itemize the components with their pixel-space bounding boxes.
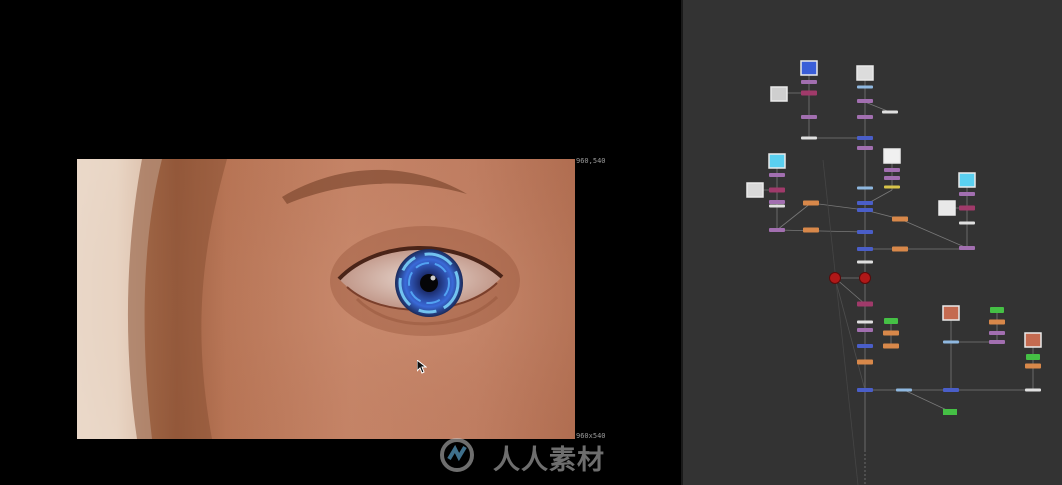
graph-node[interactable]: [884, 318, 898, 324]
graph-node[interactable]: [857, 230, 873, 234]
read-node-thumbnail[interactable]: [800, 60, 818, 76]
graph-node[interactable]: [769, 228, 785, 232]
read-node-thumbnail[interactable]: [958, 172, 976, 188]
watermark-text: 人人素材: [493, 445, 605, 476]
graph-node[interactable]: [857, 388, 873, 392]
read-node-thumbnail[interactable]: [1024, 332, 1042, 348]
graph-node[interactable]: [801, 115, 817, 119]
graph-node[interactable]: [884, 176, 900, 180]
graph-node[interactable]: [857, 344, 873, 348]
node-graph-panel[interactable]: [683, 0, 1062, 485]
graph-node[interactable]: [896, 388, 912, 392]
viewer-panel[interactable]: 960,540 960x540 人人素材: [0, 0, 683, 485]
graph-node[interactable]: [803, 227, 819, 233]
graph-node[interactable]: [883, 343, 899, 349]
graph-node[interactable]: [959, 246, 975, 250]
graph-node[interactable]: [1026, 354, 1040, 360]
dot-node[interactable]: [829, 272, 841, 284]
dot-node[interactable]: [859, 272, 871, 284]
graph-node[interactable]: [857, 247, 873, 251]
graph-node[interactable]: [857, 115, 873, 119]
graph-node[interactable]: [769, 204, 785, 208]
read-node-thumbnail[interactable]: [768, 153, 786, 169]
graph-node[interactable]: [857, 328, 873, 332]
graph-node[interactable]: [884, 168, 900, 172]
graph-node[interactable]: [803, 200, 819, 206]
graph-node[interactable]: [959, 192, 975, 196]
graph-node[interactable]: [857, 201, 873, 205]
graph-node[interactable]: [769, 187, 785, 193]
graph-node[interactable]: [883, 330, 899, 336]
read-node-thumbnail[interactable]: [746, 182, 764, 198]
read-node-thumbnail[interactable]: [942, 305, 960, 321]
graph-node[interactable]: [884, 185, 900, 189]
viewer-coord-top-right: 960,540: [576, 157, 606, 165]
graph-node[interactable]: [857, 146, 873, 150]
node-graph-canvas[interactable]: [683, 0, 1062, 485]
graph-node[interactable]: [769, 200, 785, 204]
graph-node[interactable]: [857, 301, 873, 307]
viewer-image[interactable]: [77, 159, 575, 439]
read-node-thumbnail[interactable]: [770, 86, 788, 102]
output-node[interactable]: [943, 409, 957, 415]
graph-node[interactable]: [857, 320, 873, 324]
graph-node[interactable]: [989, 331, 1005, 335]
graph-node[interactable]: [857, 85, 873, 89]
graph-node[interactable]: [857, 208, 873, 212]
graph-node[interactable]: [989, 340, 1005, 344]
read-node-thumbnail[interactable]: [938, 200, 956, 216]
graph-node[interactable]: [1025, 363, 1041, 369]
graph-node[interactable]: [769, 173, 785, 177]
graph-node[interactable]: [959, 205, 975, 211]
mouse-cursor-icon: [417, 360, 427, 374]
graph-node[interactable]: [857, 99, 873, 103]
watermark: 人人素材: [437, 435, 627, 476]
graph-node[interactable]: [943, 340, 959, 344]
graph-node[interactable]: [1025, 388, 1041, 392]
graph-node[interactable]: [857, 136, 873, 140]
graph-node[interactable]: [943, 388, 959, 392]
graph-node[interactable]: [801, 80, 817, 84]
watermark-logo-icon: [440, 438, 474, 472]
graph-node[interactable]: [857, 359, 873, 365]
graph-node[interactable]: [801, 90, 817, 96]
graph-node[interactable]: [801, 136, 817, 140]
read-node-thumbnail[interactable]: [856, 65, 874, 81]
graph-node[interactable]: [882, 110, 898, 114]
eye-closeup-image: [77, 159, 575, 439]
graph-node[interactable]: [959, 221, 975, 225]
graph-node[interactable]: [892, 216, 908, 222]
graph-node[interactable]: [857, 186, 873, 190]
graph-node[interactable]: [857, 260, 873, 264]
graph-node[interactable]: [990, 307, 1004, 313]
graph-node[interactable]: [989, 319, 1005, 325]
graph-node[interactable]: [892, 246, 908, 252]
read-node-thumbnail[interactable]: [883, 148, 901, 164]
